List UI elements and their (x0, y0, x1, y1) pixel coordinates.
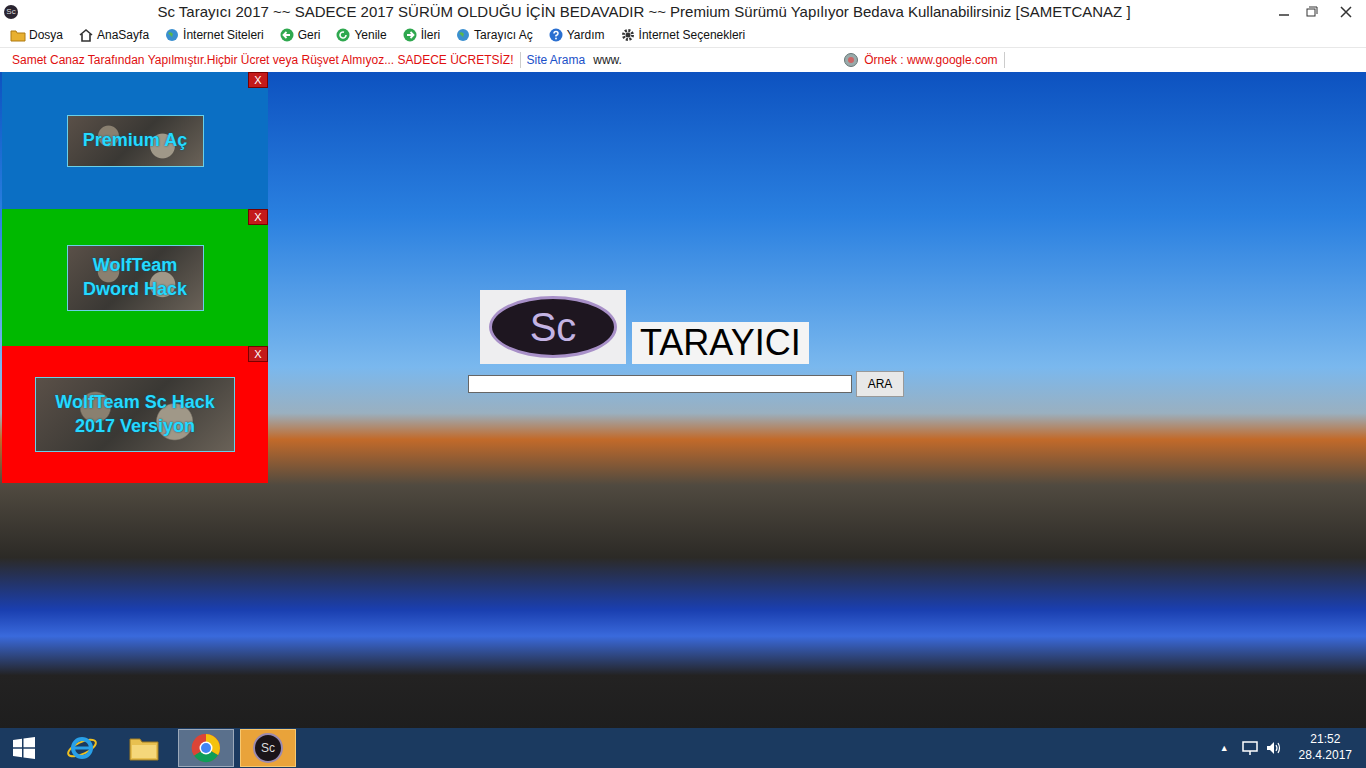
folder-icon (10, 28, 26, 42)
toolbar-item[interactable]: Geri (279, 28, 321, 42)
minimize-icon[interactable] (1270, 2, 1298, 22)
taskbar-app[interactable] (178, 729, 234, 767)
panel-close-button[interactable]: X (248, 72, 268, 88)
search-button[interactable]: ARA (856, 371, 904, 397)
info-bar: Samet Canaz Tarafından Yapılmıştır.Hiçbi… (0, 48, 1366, 72)
toolbar-item[interactable]: Yenile (335, 28, 386, 42)
app-icon: Sc (4, 5, 18, 19)
search-center: Sc TARAYICI ARA (268, 72, 904, 728)
panel-close-button[interactable]: X (248, 346, 268, 362)
toolbar-item[interactable]: Dosya (10, 28, 63, 42)
side-panel: X WolfTeam Sc Hack 2017 Versiyon (2, 346, 268, 483)
refresh-icon (335, 28, 351, 42)
file-explorer-icon (128, 733, 160, 763)
gear-icon (620, 28, 636, 42)
forward-arrow-icon (402, 28, 418, 42)
example-text: Örnek : www.google.com (864, 53, 997, 67)
screen: Sc Sc Tarayıcı 2017 ~~ SADECE 2017 SÜRÜM… (0, 0, 1366, 768)
side-panels: X Premium AçX WolfTeam Dword HackX WolfT… (2, 72, 268, 728)
panel-button[interactable]: Premium Aç (67, 115, 204, 167)
system-tray: ▲ 21:52 28.4.2017 (1220, 732, 1366, 763)
logo-mark: Sc (489, 296, 617, 358)
panel-button[interactable]: WolfTeam Sc Hack 2017 Versiyon (35, 377, 235, 452)
toolbar-item[interactable]: AnaSayfa (78, 28, 149, 42)
notice-text: Samet Canaz Tarafından Yapılmıştır.Hiçbi… (12, 53, 514, 67)
title-bar: Sc Sc Tarayıcı 2017 ~~ SADECE 2017 SÜRÜM… (0, 0, 1366, 23)
toolbar-item[interactable]: İleri (402, 28, 440, 42)
volume-icon[interactable] (1265, 740, 1283, 756)
chrome-icon (190, 732, 222, 764)
start-button[interactable] (0, 728, 48, 768)
help-icon (548, 28, 564, 42)
search-input[interactable] (468, 375, 852, 393)
go-icon[interactable] (843, 52, 859, 68)
internet-explorer-icon (66, 732, 98, 764)
panel-button[interactable]: WolfTeam Dword Hack (67, 245, 204, 311)
logo-name: TARAYICI (632, 322, 809, 364)
home-icon (78, 28, 94, 42)
address-field[interactable]: www. (593, 53, 843, 67)
panel-close-button[interactable]: X (248, 209, 268, 225)
globe-icon (164, 28, 180, 42)
windows-icon (12, 736, 36, 760)
back-arrow-icon (279, 28, 295, 42)
site-search-label: Site Arama (527, 53, 586, 67)
tray-expand-button[interactable]: ▲ (1220, 743, 1229, 753)
toolbar-item[interactable]: Tarayıcı Aç (455, 28, 533, 42)
network-icon[interactable] (1241, 740, 1259, 756)
side-panel: X WolfTeam Dword Hack (2, 209, 268, 346)
clock[interactable]: 21:52 28.4.2017 (1299, 732, 1352, 763)
logo: Sc (480, 290, 626, 364)
restore-icon[interactable] (1298, 2, 1326, 22)
sc-browser-icon: Sc (253, 733, 283, 763)
taskbar-app[interactable] (54, 729, 110, 767)
toolbar-item[interactable]: İnternet Seçenekleri (620, 28, 746, 42)
close-icon[interactable] (1326, 2, 1366, 22)
toolbar: Dosya AnaSayfa İnternet Siteleri Geri Ye… (0, 23, 1366, 48)
taskbar-app[interactable] (116, 729, 172, 767)
window-title: Sc Tarayıcı 2017 ~~ SADECE 2017 SÜRÜM OL… (18, 3, 1270, 20)
taskbar: Sc ▲ 21:52 28.4.2017 (0, 728, 1366, 768)
taskbar-app[interactable]: Sc (240, 729, 296, 767)
toolbar-item[interactable]: İnternet Siteleri (164, 28, 264, 42)
toolbar-item[interactable]: Yardım (548, 28, 605, 42)
globe-icon (455, 28, 471, 42)
content-area: X Premium AçX WolfTeam Dword HackX WolfT… (0, 72, 1366, 728)
side-panel: X Premium Aç (2, 72, 268, 209)
